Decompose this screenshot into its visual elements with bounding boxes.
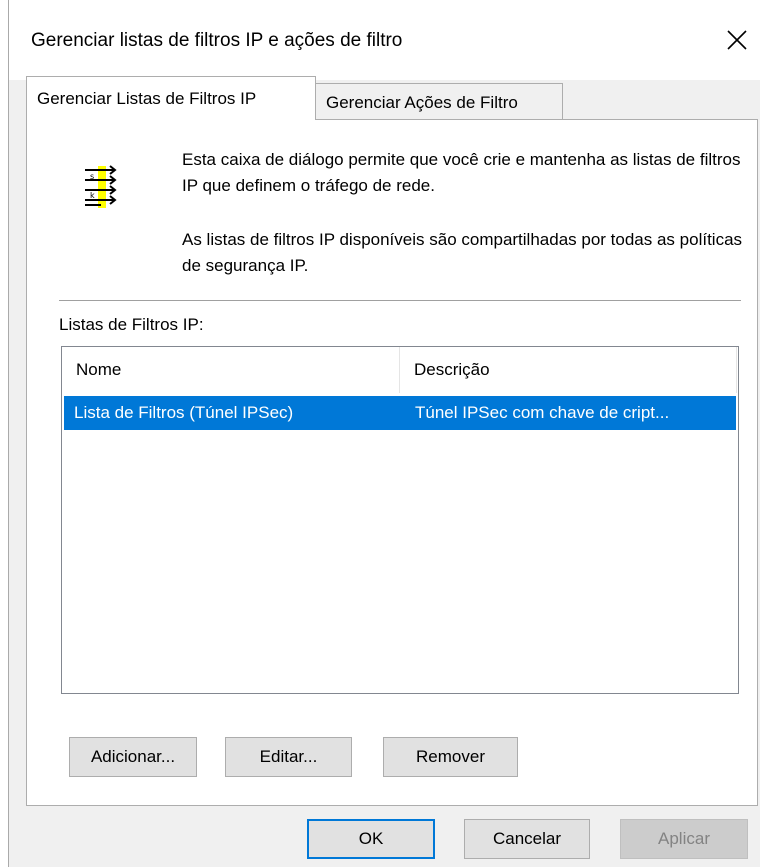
list-item-description: Túnel IPSec com chave de cript... [415,403,670,422]
list-item[interactable]: Lista de Filtros (Túnel IPSec) Túnel IPS… [64,396,736,430]
window-title: Gerenciar listas de filtros IP e ações d… [31,30,403,51]
remove-button[interactable]: Remover [383,737,518,777]
list-header: Nome Descrição [62,347,738,393]
column-header-description[interactable]: Descrição [400,347,737,393]
separator [59,300,741,301]
add-button[interactable]: Adicionar... [69,737,197,777]
cancel-button[interactable]: Cancelar [464,819,590,859]
close-button[interactable] [717,20,757,60]
title-bar: Gerenciar listas de filtros IP e ações d… [9,0,760,80]
info-text-1: Esta caixa de diálogo permite que você c… [182,150,741,195]
close-icon [727,30,747,50]
svg-text:k: k [90,191,95,200]
tab-panel: s k Esta caixa de diálogo permite que vo… [26,119,758,806]
filter-lists-label: Listas de Filtros IP: [59,315,204,334]
column-header-name[interactable]: Nome [62,347,400,393]
list-item-name: Lista de Filtros (Túnel IPSec) [74,403,294,422]
filter-list-icon: s k [85,165,117,208]
tab-label: Gerenciar Listas de Filtros IP [37,88,257,108]
tab-manage-filter-lists[interactable]: Gerenciar Listas de Filtros IP [26,76,316,120]
tab-label: Gerenciar Ações de Filtro [326,92,518,112]
info-text-2: As listas de filtros IP disponíveis são … [182,230,743,275]
filter-list-view[interactable]: Nome Descrição Lista de Filtros (Túnel I… [61,346,739,694]
apply-button[interactable]: Aplicar [620,819,748,859]
ok-button[interactable]: OK [307,819,435,859]
dialog: Gerenciar listas de filtros IP e ações d… [8,0,760,867]
edit-button[interactable]: Editar... [225,737,352,777]
svg-text:s: s [90,172,94,181]
tab-manage-filter-actions[interactable]: Gerenciar Ações de Filtro [315,83,563,121]
